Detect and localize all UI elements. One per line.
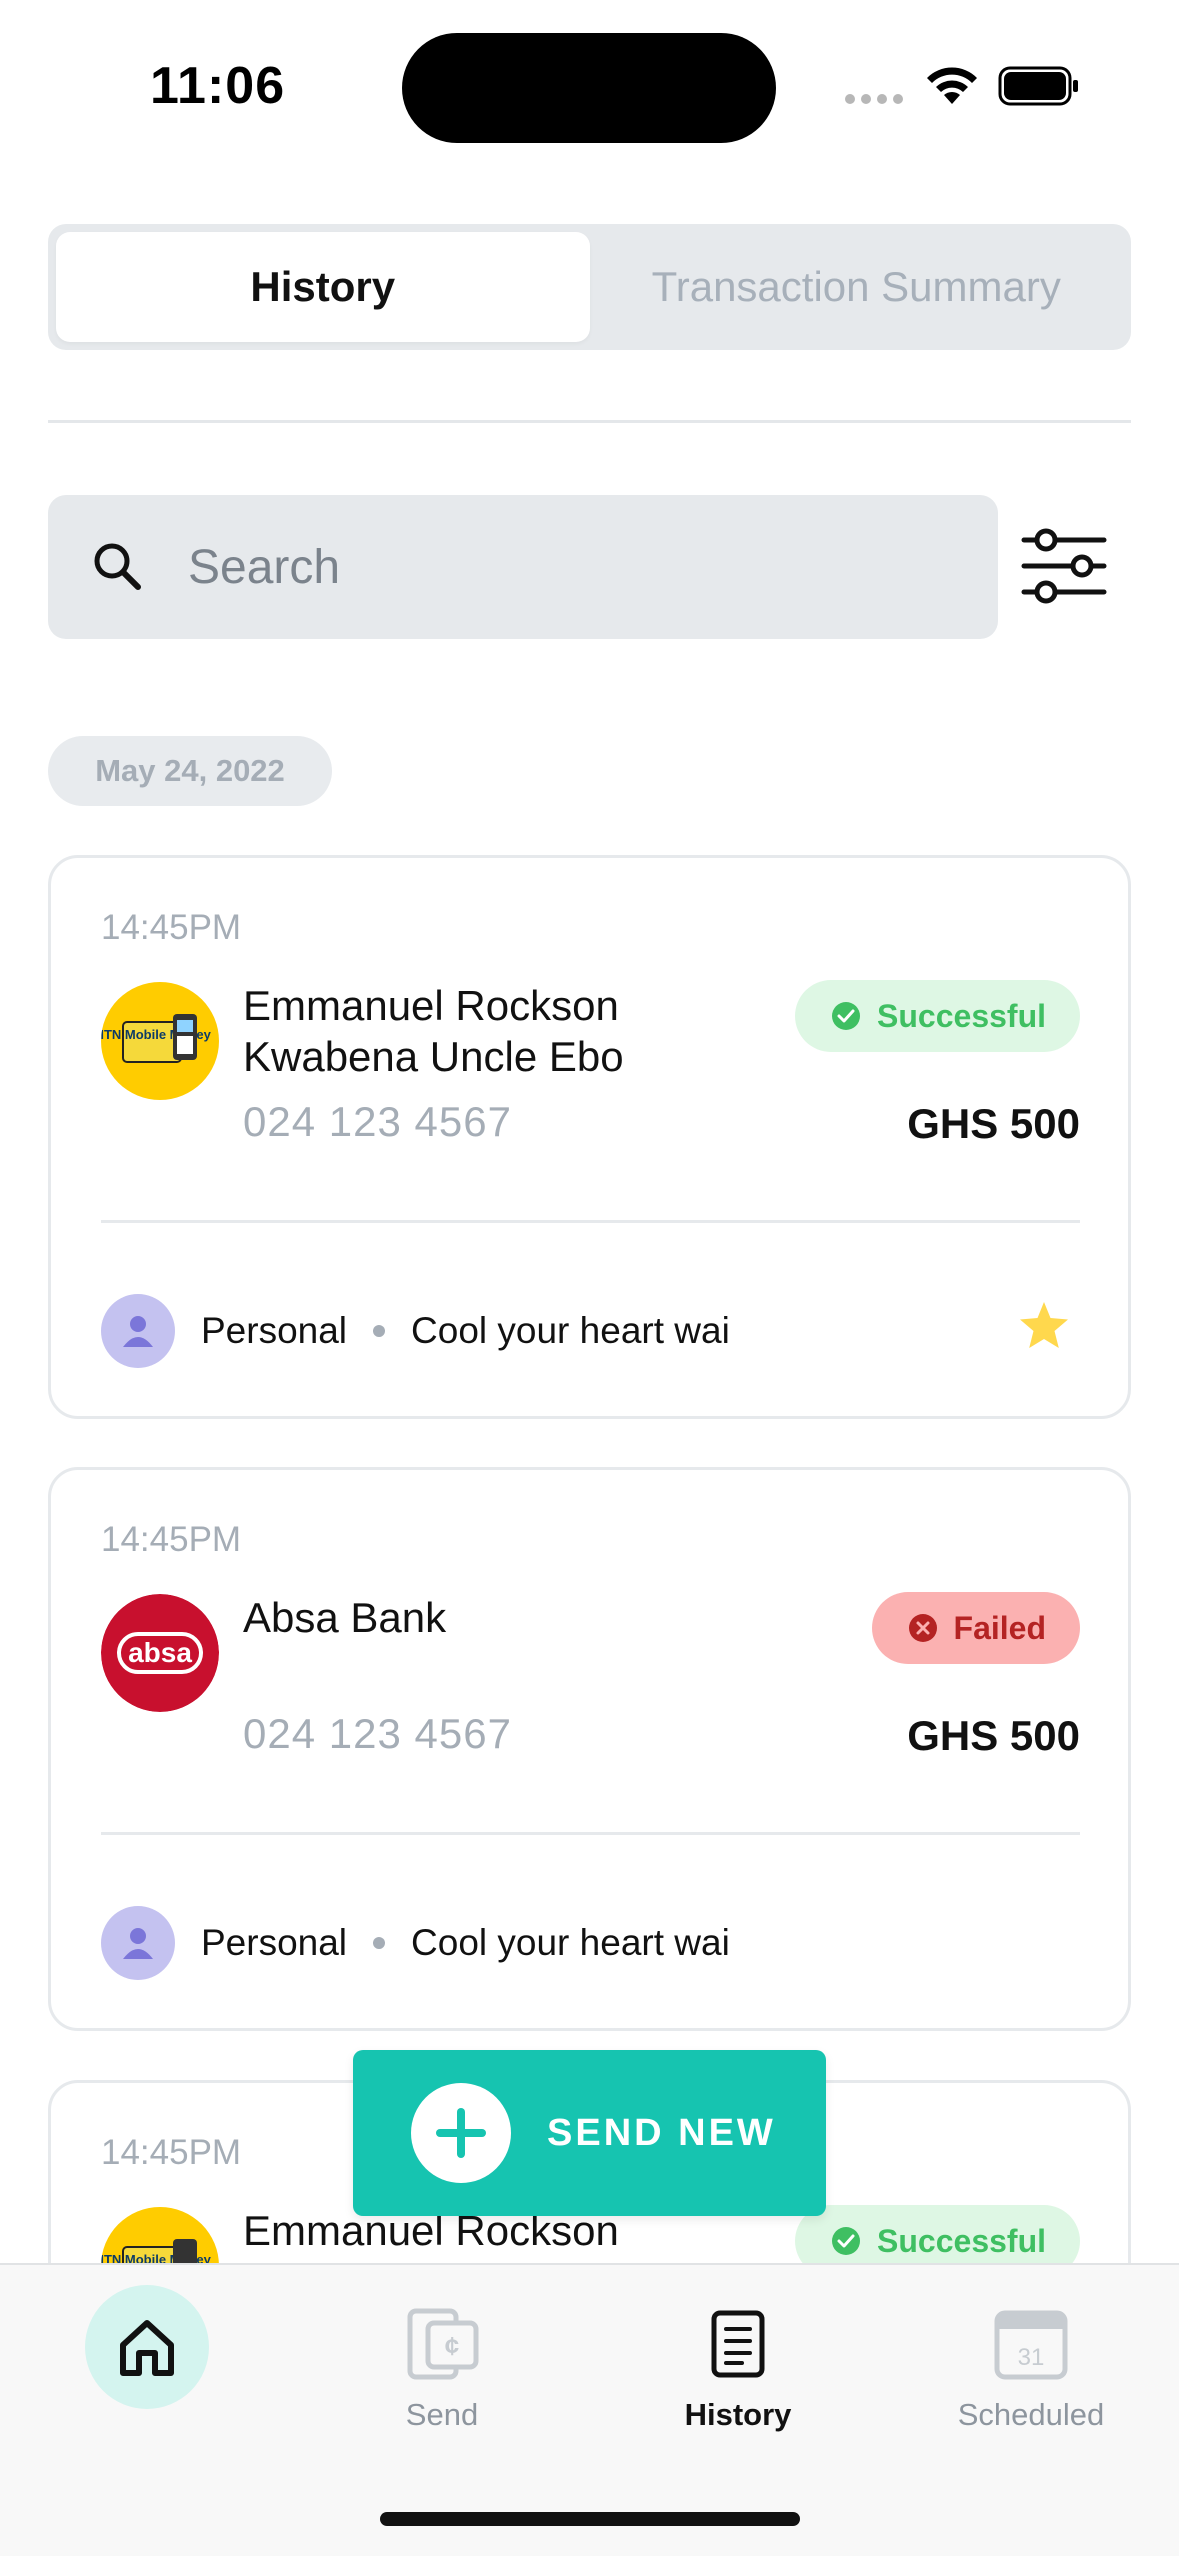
transaction-note: Cool your heart wai bbox=[411, 1310, 730, 1351]
transaction-amount: GHS 500 bbox=[907, 1712, 1080, 1759]
battery-icon bbox=[998, 66, 1078, 106]
transaction-category: Personal bbox=[201, 1922, 348, 1963]
mtn-momo-logo: MTN Mobile Money bbox=[101, 982, 219, 1100]
status-time: 11:06 bbox=[150, 57, 286, 115]
status-label: Failed bbox=[953, 1609, 1046, 1646]
send-new-label: SEND NEW bbox=[547, 2111, 776, 2154]
person-icon bbox=[101, 1294, 175, 1368]
search-bar[interactable] bbox=[48, 495, 998, 639]
svg-text:¢: ¢ bbox=[445, 2331, 459, 2361]
svg-text:31: 31 bbox=[1018, 2344, 1045, 2371]
check-circle-icon bbox=[832, 1002, 861, 1030]
send-money-icon: ¢ bbox=[407, 2308, 479, 2380]
status-bar: 11:06 bbox=[0, 0, 1179, 170]
transaction-time: 14:45PM bbox=[101, 908, 242, 947]
transaction-time: 14:45PM bbox=[101, 2133, 242, 2172]
search-input[interactable] bbox=[188, 539, 888, 595]
check-circle-icon bbox=[832, 2227, 861, 2255]
filter-icon[interactable] bbox=[1016, 516, 1112, 616]
transaction-card[interactable]: 14:45PM MTN Mobile Money Emmanuel Rockso… bbox=[48, 855, 1131, 1419]
divider bbox=[48, 420, 1131, 423]
transaction-category: Personal bbox=[201, 1310, 348, 1351]
tab-history[interactable]: History bbox=[56, 232, 590, 342]
nav-send[interactable]: ¢ Send bbox=[312, 2265, 572, 2455]
separator-dot bbox=[373, 1325, 386, 1337]
separator-dot bbox=[373, 1937, 386, 1949]
nav-scheduled[interactable]: 31 Scheduled bbox=[901, 2265, 1161, 2455]
status-badge: Successful bbox=[795, 980, 1080, 1052]
nav-send-label: Send bbox=[405, 2397, 479, 2432]
calendar-icon: 31 bbox=[994, 2310, 1068, 2380]
card-divider bbox=[101, 1220, 1080, 1223]
recipient-name: Emmanuel Rockson Kwabena Uncle Ebo bbox=[243, 982, 624, 1080]
transaction-amount: GHS 500 bbox=[907, 1100, 1080, 1147]
recipient-phone: 024 123 4567 bbox=[243, 1098, 512, 1145]
person-icon bbox=[101, 1906, 175, 1980]
card-divider bbox=[101, 1832, 1080, 1835]
favorite-star-icon[interactable] bbox=[1016, 1298, 1072, 1354]
history-icon bbox=[711, 2310, 765, 2378]
recipient-phone: 024 123 4567 bbox=[243, 1710, 512, 1757]
wifi-icon bbox=[927, 67, 977, 104]
history-tabs: History Transaction Summary bbox=[48, 224, 1131, 350]
transaction-note: Cool your heart wai bbox=[411, 1922, 730, 1963]
nav-history[interactable]: History bbox=[608, 2265, 868, 2455]
status-label: Successful bbox=[877, 2222, 1046, 2259]
cellular-signal-icon bbox=[845, 94, 903, 104]
transaction-card[interactable]: 14:45PM absa Absa Bank 024 123 4567 Fail… bbox=[48, 1467, 1131, 2031]
recipient-name: Absa Bank bbox=[243, 1594, 447, 1641]
absa-bank-logo: absa bbox=[101, 1594, 219, 1712]
status-badge: Failed bbox=[871, 1592, 1080, 1664]
nav-home[interactable] bbox=[17, 2265, 277, 2455]
nav-scheduled-label: Scheduled bbox=[957, 2397, 1105, 2432]
transaction-meta: Personal Cool your heart wai bbox=[101, 1906, 730, 1980]
home-indicator bbox=[380, 2512, 800, 2526]
nav-history-label: History bbox=[684, 2397, 792, 2432]
transaction-meta: Personal Cool your heart wai bbox=[101, 1294, 730, 1368]
status-label: Successful bbox=[877, 997, 1046, 1034]
send-new-button[interactable]: SEND NEW bbox=[353, 2050, 826, 2216]
search-icon bbox=[94, 543, 141, 590]
tab-transaction-summary[interactable]: Transaction Summary bbox=[590, 232, 1124, 342]
dynamic-island bbox=[402, 33, 776, 143]
plus-icon bbox=[411, 2083, 511, 2183]
home-icon bbox=[85, 2285, 209, 2409]
transaction-time: 14:45PM bbox=[101, 1520, 242, 1559]
svg-text:absa: absa bbox=[128, 1637, 192, 1668]
error-circle-icon bbox=[908, 1614, 937, 1642]
date-group-chip: May 24, 2022 bbox=[48, 736, 332, 806]
